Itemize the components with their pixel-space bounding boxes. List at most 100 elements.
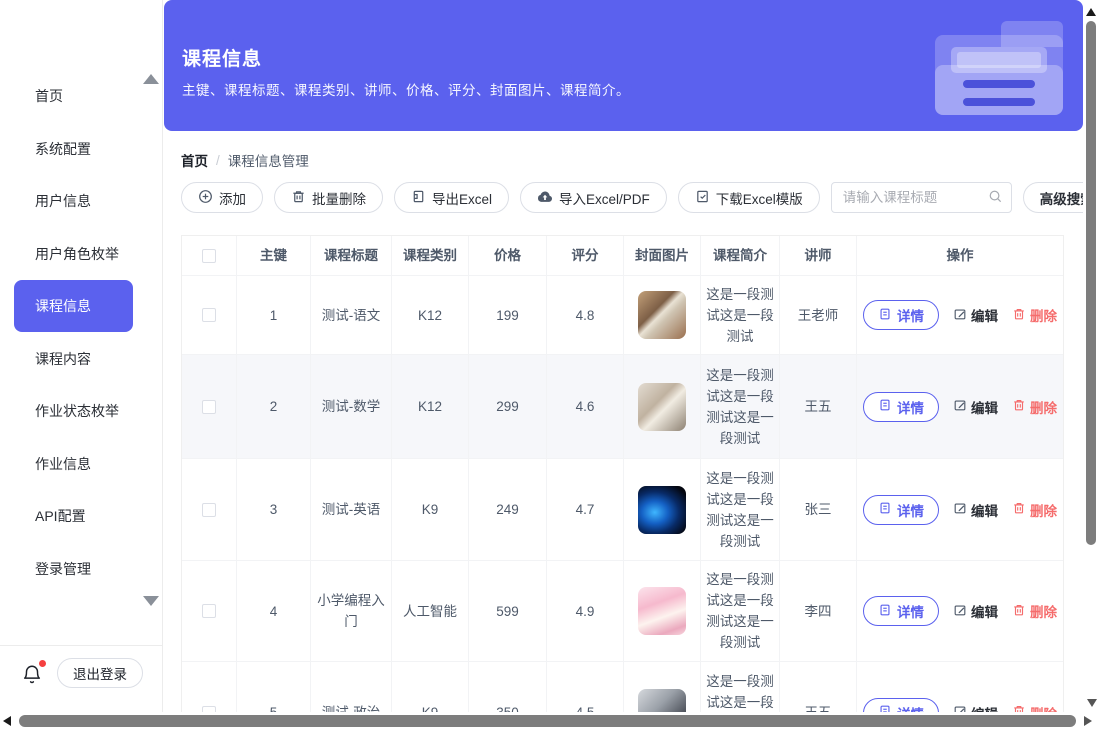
search-input[interactable] [831, 182, 1012, 213]
detail-label: 详情 [897, 305, 924, 325]
logout-button[interactable]: 退出登录 [57, 658, 143, 688]
row-checkbox[interactable] [202, 503, 216, 517]
table-row: 3 测试-英语 K9 249 4.7 这是一段测试这是一段测试这是一段测试 张三… [182, 459, 1063, 561]
edit-pencil-icon [953, 398, 967, 415]
delete-label: 删除 [1030, 305, 1057, 325]
cell-rating: 4.5 [547, 662, 624, 712]
breadcrumb-current: 课程信息管理 [228, 150, 309, 170]
add-button[interactable]: 添加 [181, 182, 263, 213]
cell-rating: 4.8 [547, 276, 624, 355]
sidebar-item-home[interactable]: 首页 [0, 70, 162, 123]
vertical-scrollbar[interactable] [1083, 0, 1099, 712]
vertical-scrollbar-thumb[interactable] [1086, 21, 1096, 545]
cell-teacher: 张三 [780, 459, 857, 561]
cell-title: 小学编程入门 [311, 561, 392, 662]
sidebar-item-label: 用户信息 [35, 191, 91, 211]
toolbar: 添加 批量删除 导出Excel 导入Excel/PDF 下载Excel模版 高级… [181, 182, 1099, 213]
horizontal-scrollbar[interactable] [0, 712, 1099, 731]
sidebar-menu: 首页 系统配置 用户信息 用户角色枚举 课程信息 课程内容 作业状态枚举 作业信… [0, 70, 162, 595]
detail-doc-icon [878, 307, 892, 324]
edit-pencil-icon [953, 307, 967, 324]
cover-image [638, 587, 686, 635]
sidebar: 首页 系统配置 用户信息 用户角色枚举 课程信息 课程内容 作业状态枚举 作业信… [0, 0, 163, 712]
import-excel-button[interactable]: 导入Excel/PDF [520, 182, 667, 213]
batch-delete-button[interactable]: 批量删除 [274, 182, 383, 213]
cell-id: 4 [237, 561, 311, 662]
sidebar-item-label: 用户角色枚举 [35, 244, 119, 264]
detail-button[interactable]: 详情 [863, 495, 939, 525]
breadcrumb-home[interactable]: 首页 [181, 150, 208, 170]
row-checkbox[interactable] [202, 604, 216, 618]
scroll-down-arrow-icon[interactable] [1087, 699, 1097, 707]
delete-button[interactable]: 删除 [1012, 500, 1057, 520]
cell-title: 测试-英语 [311, 459, 392, 561]
table-row: 1 测试-语文 K12 199 4.8 这是一段测试这是一段测试 王老师 详情 … [182, 276, 1063, 355]
folder-icon [929, 21, 1069, 115]
cloud-upload-icon [537, 189, 553, 207]
detail-label: 详情 [897, 703, 924, 713]
horizontal-scrollbar-thumb[interactable] [19, 715, 1076, 727]
detail-button[interactable]: 详情 [863, 392, 939, 422]
table-header-row: 主键 课程标题 课程类别 价格 评分 封面图片 课程简介 讲师 操作 [182, 236, 1063, 276]
edit-label: 编辑 [971, 703, 998, 713]
doc-download-icon [695, 189, 710, 207]
delete-button[interactable]: 删除 [1012, 703, 1057, 713]
export-excel-button[interactable]: 导出Excel [394, 182, 509, 213]
detail-button[interactable]: 详情 [863, 300, 939, 330]
sidebar-item-user-role-enum[interactable]: 用户角色枚举 [0, 228, 162, 281]
delete-button[interactable]: 删除 [1012, 601, 1057, 621]
row-checkbox[interactable] [202, 400, 216, 414]
sidebar-item-homework-info[interactable]: 作业信息 [0, 438, 162, 491]
sidebar-item-label: 系统配置 [35, 139, 91, 159]
column-header: 课程简介 [701, 236, 780, 276]
delete-button[interactable]: 删除 [1012, 305, 1057, 325]
cell-category: K12 [392, 276, 469, 355]
breadcrumb: 首页 / 课程信息管理 [181, 150, 309, 170]
sidebar-item-homework-status-enum[interactable]: 作业状态枚举 [0, 385, 162, 438]
sidebar-item-system-config[interactable]: 系统配置 [0, 123, 162, 176]
notification-bell-icon[interactable] [21, 663, 45, 687]
row-checkbox[interactable] [202, 308, 216, 322]
download-template-button[interactable]: 下载Excel模版 [678, 182, 820, 213]
scroll-up-arrow-icon[interactable] [1086, 8, 1096, 16]
edit-pencil-icon [953, 704, 967, 712]
detail-label: 详情 [897, 500, 924, 520]
edit-button[interactable]: 编辑 [953, 601, 998, 621]
sidebar-item-course-content[interactable]: 课程内容 [0, 332, 162, 385]
column-header: 封面图片 [624, 236, 701, 276]
notification-dot [39, 660, 46, 667]
edit-button[interactable]: 编辑 [953, 703, 998, 713]
logout-label: 退出登录 [73, 663, 127, 683]
sidebar-item-login-management[interactable]: 登录管理 [0, 543, 162, 596]
select-all-checkbox[interactable] [202, 249, 216, 263]
cover-image [638, 291, 686, 339]
edit-button[interactable]: 编辑 [953, 397, 998, 417]
cell-price: 199 [469, 276, 547, 355]
cell-id: 1 [237, 276, 311, 355]
edit-label: 编辑 [971, 500, 998, 520]
sidebar-item-user-info[interactable]: 用户信息 [0, 175, 162, 228]
scroll-right-arrow-icon[interactable] [1084, 716, 1092, 726]
table-row: 4 小学编程入门 人工智能 599 4.9 这是一段测试这是一段测试这是一段测试… [182, 561, 1063, 662]
cell-teacher: 王老师 [780, 276, 857, 355]
cell-title: 测试-政治 [311, 662, 392, 712]
search-icon[interactable] [988, 189, 1003, 207]
sidebar-item-course-info[interactable]: 课程信息 [14, 280, 133, 332]
trash-icon [1012, 307, 1026, 324]
detail-button[interactable]: 详情 [863, 596, 939, 626]
scroll-left-arrow-icon[interactable] [3, 716, 11, 726]
delete-button[interactable]: 删除 [1012, 397, 1057, 417]
cell-category: K12 [392, 355, 469, 459]
course-table: 主键 课程标题 课程类别 价格 评分 封面图片 课程简介 讲师 操作 1 测试-… [181, 235, 1064, 712]
sidebar-item-api-config[interactable]: API配置 [0, 490, 162, 543]
detail-button[interactable]: 详情 [863, 698, 939, 713]
sidebar-scroll-down-icon[interactable] [143, 596, 159, 606]
sidebar-item-label: 作业状态枚举 [35, 401, 119, 421]
edit-label: 编辑 [971, 601, 998, 621]
trash-icon [1012, 398, 1026, 415]
plus-circle-icon [198, 189, 213, 207]
edit-pencil-icon [953, 603, 967, 620]
cell-price: 299 [469, 355, 547, 459]
edit-button[interactable]: 编辑 [953, 500, 998, 520]
edit-button[interactable]: 编辑 [953, 305, 998, 325]
